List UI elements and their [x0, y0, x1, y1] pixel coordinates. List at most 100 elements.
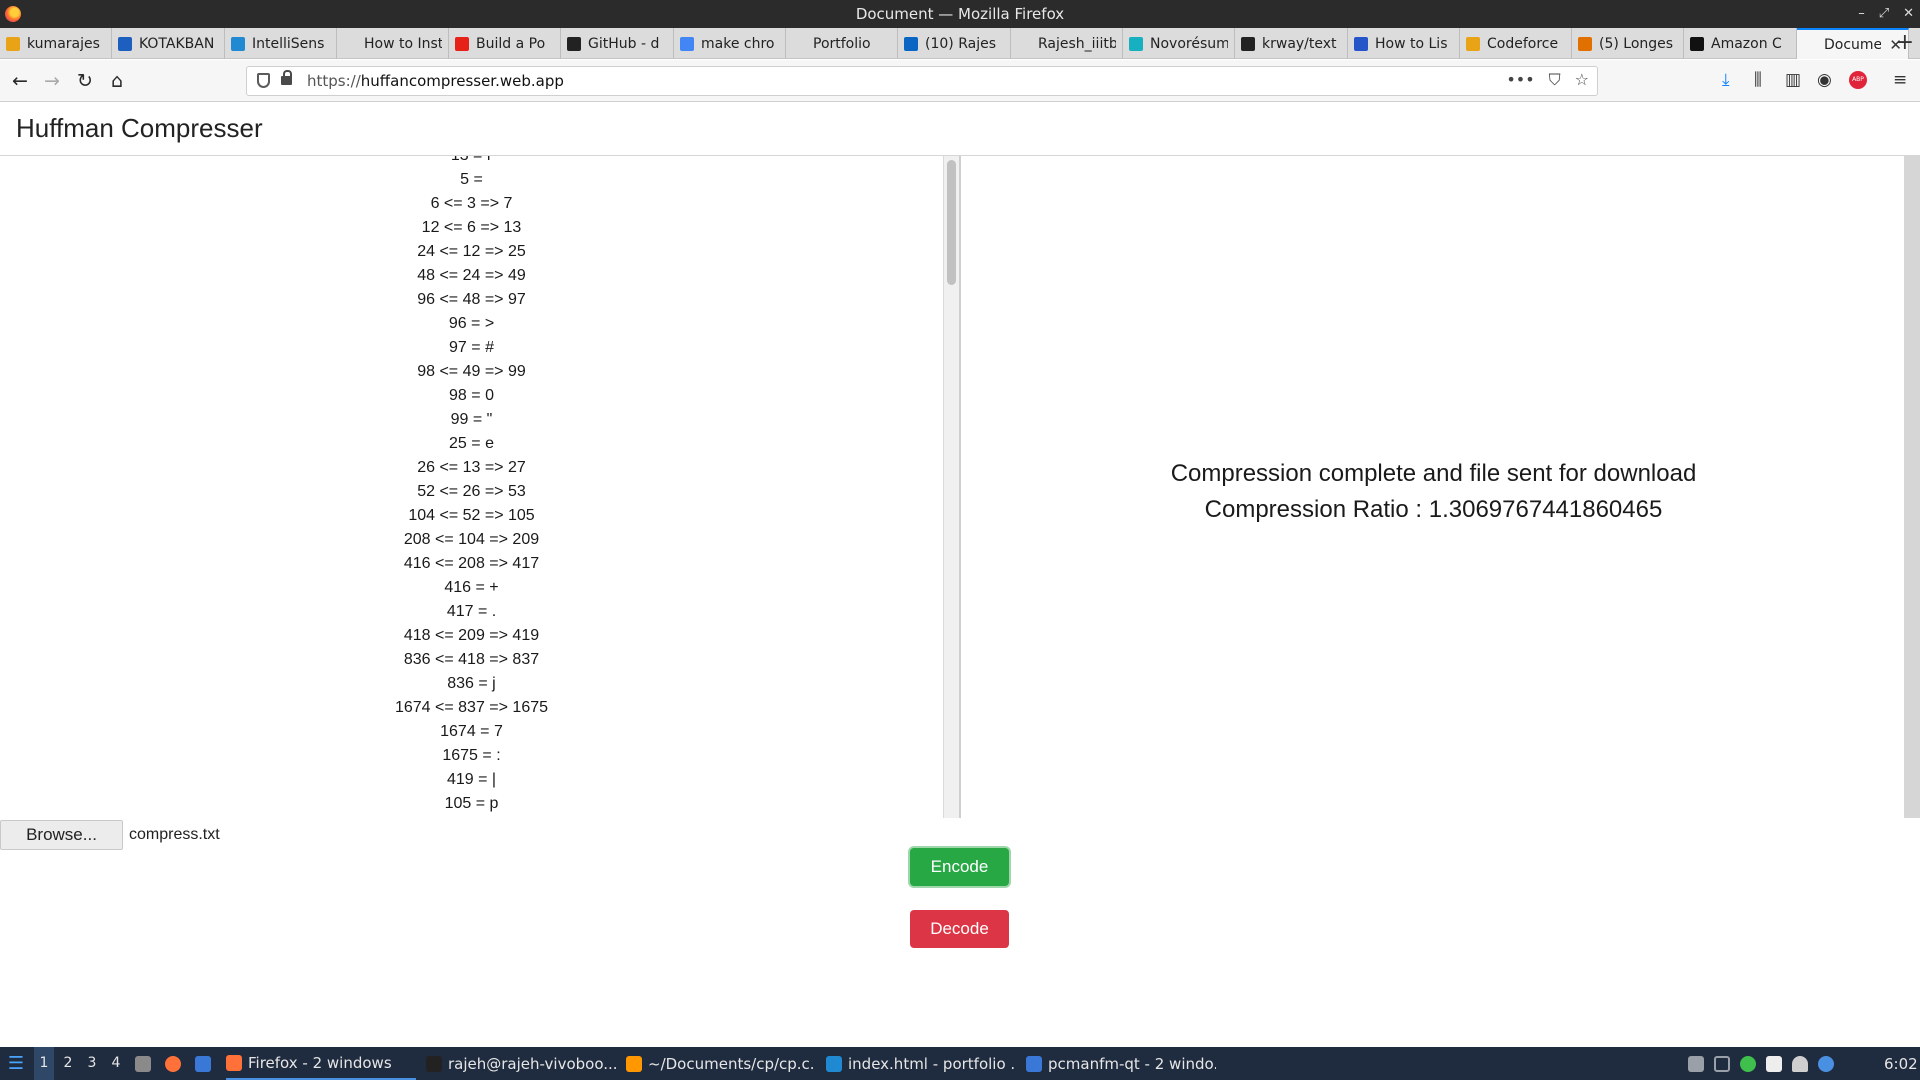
- file-manager-launcher-icon[interactable]: [135, 1047, 157, 1080]
- result-scrollbar[interactable]: [1904, 156, 1920, 818]
- browser-tab[interactable]: How to Lis: [1348, 28, 1460, 59]
- tree-line: 208 <= 104 => 209: [403, 531, 540, 548]
- browser-tab[interactable]: Amazon C: [1684, 28, 1797, 59]
- status-message: Compression complete and file sent for d…: [1170, 460, 1697, 487]
- window-controls: – ⤢ ✕: [1858, 0, 1914, 28]
- tree-line: 417 = .: [446, 603, 497, 620]
- browse-button[interactable]: Browse...: [0, 820, 123, 850]
- clipboard-tray-icon[interactable]: [1688, 1055, 1704, 1072]
- adblock-plus-icon[interactable]: ABP: [1849, 71, 1867, 89]
- browser-tab[interactable]: Novorésum: [1123, 28, 1235, 59]
- downloads-icon[interactable]: ⤓: [1722, 70, 1730, 90]
- library-icon[interactable]: ⫼: [1754, 70, 1762, 90]
- url-host: huffancompresser.web.app: [360, 72, 564, 90]
- tree-line: 97 = #: [449, 339, 494, 356]
- bookmark-star-icon[interactable]: ☆: [1575, 70, 1589, 90]
- tab-favicon-icon: [343, 36, 357, 51]
- browser-tab[interactable]: KOTAKBAN: [112, 28, 225, 59]
- url-bar[interactable]: https://huffancompresser.web.app ••• ⛉ ☆: [246, 66, 1598, 96]
- window-title: Document — Mozilla Firefox: [855, 5, 1065, 23]
- browser-tab[interactable]: kumarajes: [0, 28, 112, 59]
- tab-label: (5) Longes: [1599, 35, 1674, 52]
- taskbar-window-label: rajeh@rajeh-vivoboo...: [448, 1054, 616, 1073]
- decode-button[interactable]: Decode: [910, 910, 1009, 948]
- tab-label: Rajesh_iiitbbs: [1038, 35, 1116, 52]
- page-actions-icon[interactable]: •••: [1506, 70, 1534, 90]
- tab-label: krway/text: [1262, 35, 1337, 52]
- minimize-button[interactable]: –: [1858, 0, 1865, 28]
- clock: 6:02: [1884, 1054, 1918, 1073]
- taskbar-window-button[interactable]: index.html - portfolio ...: [826, 1047, 1016, 1080]
- huffman-tree-panel[interactable]: 13 = r 5 = 6 <= 3 => 7 12 <= 6 => 13 24 <= 1…: [0, 156, 960, 818]
- app-icon: [426, 1055, 442, 1072]
- hamburger-menu-icon[interactable]: ≡: [1893, 70, 1907, 90]
- browser-tab[interactable]: GitHub - d: [561, 28, 674, 59]
- browser-tab[interactable]: Rajesh_iiitbbs: [1011, 28, 1123, 59]
- pocket-icon[interactable]: ⛉: [1549, 70, 1561, 90]
- home-button[interactable]: ⌂: [104, 68, 130, 94]
- workspace-button[interactable]: 1: [34, 1047, 54, 1080]
- tab-label: Codeforce: [1487, 35, 1559, 52]
- workspace-button[interactable]: 3: [82, 1047, 102, 1080]
- tab-label: KOTAKBAN: [139, 35, 215, 52]
- taskbar-window-button[interactable]: pcmanfm-qt - 2 windo...: [1026, 1047, 1216, 1080]
- notification-tray-icon[interactable]: [1818, 1055, 1834, 1072]
- taskbar-window-button[interactable]: Firefox - 2 windows: [226, 1047, 416, 1080]
- volume-tray-icon[interactable]: [1792, 1055, 1808, 1072]
- system-tray: [1688, 1047, 1834, 1080]
- tree-line: 48 <= 24 => 49: [417, 267, 526, 284]
- network-tray-icon[interactable]: [1714, 1055, 1730, 1072]
- browser-tab[interactable]: (5) Longes: [1572, 28, 1684, 59]
- start-menu-icon[interactable]: ☰: [6, 1047, 26, 1080]
- browser-tab[interactable]: IntelliSens: [225, 28, 337, 59]
- tab-favicon-icon: [1241, 36, 1255, 51]
- tree-line: 26 <= 13 => 27: [417, 459, 526, 476]
- app-tray-icon[interactable]: [1740, 1055, 1756, 1072]
- browser-tab[interactable]: Document✕: [1797, 28, 1909, 59]
- new-tab-button[interactable]: +: [1896, 30, 1914, 55]
- browser-tab[interactable]: How to Instal: [337, 28, 449, 59]
- taskbar-window-button[interactable]: ~/Documents/cp/cp.c...: [626, 1047, 816, 1080]
- tab-label: Portfolio: [813, 35, 871, 52]
- browser-tab[interactable]: krway/text: [1235, 28, 1348, 59]
- taskbar-window-label: ~/Documents/cp/cp.c...: [648, 1054, 816, 1073]
- forward-button[interactable]: →: [39, 68, 65, 94]
- tab-favicon-icon: [1354, 36, 1368, 51]
- encode-button[interactable]: Encode: [910, 848, 1009, 886]
- desktop-launcher-icon[interactable]: [195, 1047, 217, 1080]
- tracking-shield-icon[interactable]: [257, 73, 270, 88]
- back-button[interactable]: ←: [7, 68, 33, 94]
- browser-tab[interactable]: Codeforce: [1460, 28, 1572, 59]
- lock-icon[interactable]: [281, 70, 292, 85]
- browser-tab[interactable]: (10) Rajes: [898, 28, 1011, 59]
- tree-line: 1675 = :: [442, 747, 501, 764]
- tree-scrollbar[interactable]: [943, 156, 959, 818]
- tab-label: Amazon C: [1711, 35, 1782, 52]
- taskbar-window-label: pcmanfm-qt - 2 windo...: [1048, 1054, 1216, 1073]
- browser-tab[interactable]: make chro: [674, 28, 786, 59]
- tab-favicon-icon: [118, 36, 132, 51]
- reload-button[interactable]: ↻: [72, 68, 98, 94]
- browser-tab[interactable]: Build a Po: [449, 28, 561, 59]
- tab-favicon-icon: [1803, 37, 1817, 52]
- tab-favicon-icon: [1466, 36, 1480, 51]
- sidebar-icon[interactable]: ▥: [1785, 70, 1801, 90]
- taskbar-window-button[interactable]: rajeh@rajeh-vivoboo...: [426, 1047, 616, 1080]
- app-icon: [1026, 1055, 1042, 1072]
- tree-line: 98 = 0: [449, 387, 494, 404]
- url-text[interactable]: https://huffancompresser.web.app: [307, 67, 564, 95]
- selected-file-name: compress.txt: [129, 826, 220, 843]
- account-icon[interactable]: ◉: [1817, 70, 1832, 90]
- workspace-button[interactable]: 2: [58, 1047, 78, 1080]
- firefox-launcher-icon[interactable]: [165, 1047, 187, 1080]
- tree-line: 98 <= 49 => 99: [417, 363, 526, 380]
- workspace-button[interactable]: 4: [106, 1047, 126, 1080]
- maximize-button[interactable]: ⤢: [1879, 0, 1889, 28]
- window-titlebar: Document — Mozilla Firefox – ⤢ ✕: [0, 0, 1920, 28]
- browser-tab[interactable]: Portfolio: [786, 28, 898, 59]
- tab-favicon-icon: [680, 36, 694, 51]
- notes-tray-icon[interactable]: [1766, 1055, 1782, 1072]
- close-window-button[interactable]: ✕: [1903, 0, 1914, 28]
- tree-line: 5 =: [460, 171, 483, 188]
- tree-scrollbar-thumb[interactable]: [947, 160, 956, 285]
